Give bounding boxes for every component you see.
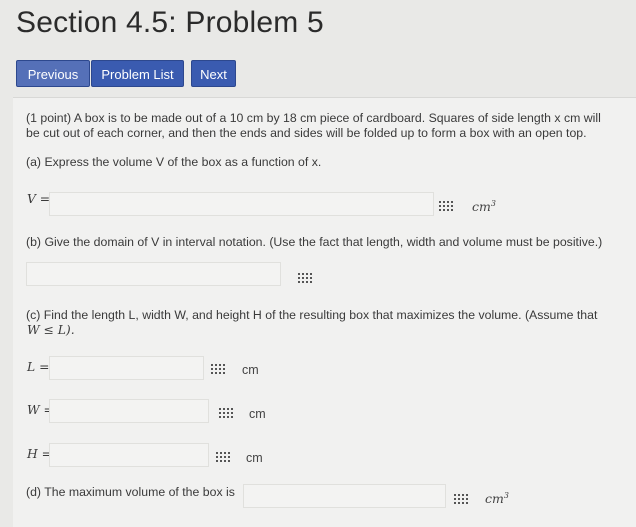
- problem-list-button[interactable]: Problem List: [91, 60, 184, 87]
- problem-card: (1 point) A box is to be made out of a 1…: [13, 97, 636, 527]
- part-c-prompt-line-1: (c) Find the length L, width W, and heig…: [26, 308, 598, 322]
- part-d-prompt: (d) The maximum volume of the box is: [26, 485, 235, 499]
- keyboard-grid-icon[interactable]: [211, 364, 225, 375]
- keyboard-grid-icon[interactable]: [298, 273, 312, 284]
- previous-button[interactable]: Previous: [16, 60, 90, 87]
- part-d-unit: cm3: [485, 491, 509, 507]
- page-title: Section 4.5: Problem 5: [16, 6, 324, 39]
- problem-intro-line-2: be cut out of each corner, and then the …: [26, 126, 587, 140]
- length-unit: cm: [242, 363, 259, 377]
- L-label: L =: [27, 360, 50, 374]
- next-button[interactable]: Next: [191, 60, 236, 87]
- part-b-prompt: (b) Give the domain of V in interval not…: [26, 235, 603, 249]
- keyboard-grid-icon[interactable]: [454, 494, 468, 505]
- domain-input[interactable]: [26, 262, 281, 286]
- height-input[interactable]: [49, 443, 209, 467]
- part-c-prompt-line-2: W ≤ L).: [27, 323, 75, 337]
- keyboard-grid-icon[interactable]: [219, 408, 233, 419]
- keyboard-grid-icon[interactable]: [439, 201, 453, 212]
- max-volume-input[interactable]: [243, 484, 446, 508]
- height-unit: cm: [246, 451, 263, 465]
- keyboard-grid-icon[interactable]: [216, 452, 230, 463]
- part-a-prompt: (a) Express the volume V of the box as a…: [26, 155, 322, 169]
- V-label: V =: [27, 192, 51, 206]
- part-a-unit: cm3: [472, 199, 496, 215]
- width-unit: cm: [249, 407, 266, 421]
- length-input[interactable]: [49, 356, 204, 380]
- volume-function-input[interactable]: [49, 192, 434, 216]
- width-input[interactable]: [49, 399, 209, 423]
